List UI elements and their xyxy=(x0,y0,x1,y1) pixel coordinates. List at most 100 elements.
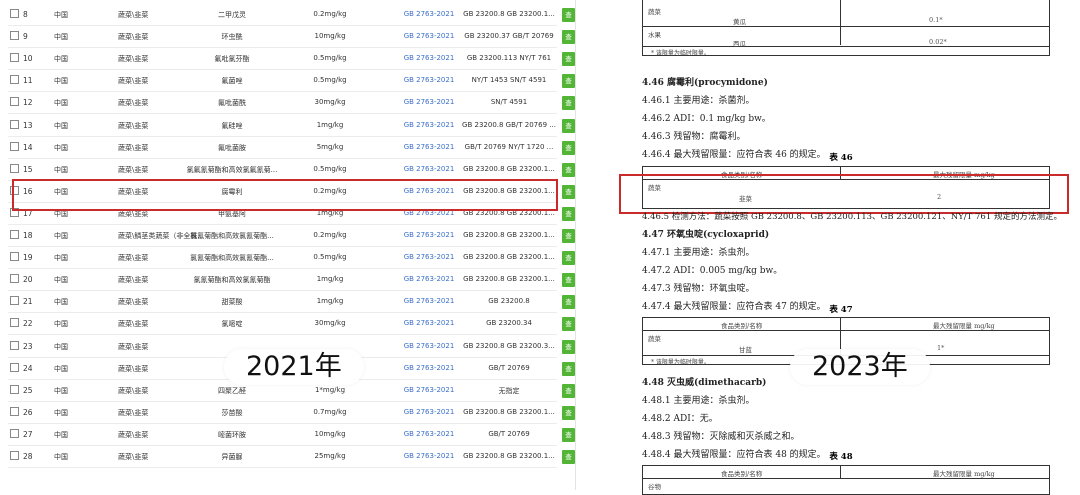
view-button[interactable]: 查 xyxy=(562,8,575,22)
row-checkbox[interactable] xyxy=(10,384,19,394)
view-button[interactable]: 查 xyxy=(562,30,575,45)
doc-line: 4.48.1 主要用途：杀虫剂。 xyxy=(642,396,755,406)
category-cell: 蔬菜\韭菜 xyxy=(118,320,149,329)
view-button[interactable]: 查 xyxy=(562,273,575,288)
year-label-2023: 2023年 xyxy=(790,349,930,385)
limit-cell: 10mg/kg xyxy=(314,429,346,438)
row-checkbox[interactable] xyxy=(10,230,19,239)
method-cell: GB/T 20769 xyxy=(488,429,530,438)
doc-line: 4.46.5 检测方法：蔬菜按照 GB 23200.8、GB 23200.113… xyxy=(642,212,1062,222)
pesticide-cell: 甜菜酸 xyxy=(221,298,243,307)
limit-cell: 5mg/kg xyxy=(316,142,344,151)
table-row: 22 中国 蔬菜\韭菜 氯嘧啶 30mg/kg GB 2763-2021 GB 23200.… xyxy=(0,313,575,336)
table-row: 21 中国 蔬菜\韭菜 甜菜酸 1mg/kg GB 2763-2021 GB 23200.8… xyxy=(0,291,575,314)
view-button[interactable]: 查 xyxy=(562,229,575,243)
limit-cell: 0.5mg/kg xyxy=(313,54,347,63)
view-button[interactable]: 查 xyxy=(562,361,575,376)
highlight-box-2021 xyxy=(12,179,558,211)
table-title-47: 表 47 xyxy=(829,305,853,315)
view-button[interactable]: 查 xyxy=(562,339,575,354)
country-cell: 中国 xyxy=(54,254,68,263)
limit-cell: 1mg/kg xyxy=(316,120,344,129)
row-checkbox[interactable] xyxy=(10,141,19,151)
table-45-fragment: 蔬菜 黄瓜 0.1* 水果 西瓜 0.02* * 该限量为临时限量。 xyxy=(642,0,1050,57)
country-cell: 中国 xyxy=(54,298,68,307)
table-row: 19 中国 蔬菜\韭菜 氯氰菊酯和高效氯氰菊酯... 0.5mg/kg GB 2763-2… xyxy=(0,247,575,270)
method-cell: GB 23200.34 xyxy=(486,319,532,328)
view-button[interactable]: 查 xyxy=(562,140,575,155)
table-row: 9 中国 蔬菜\韭菜 环虫酰 10mg/kg GB 2763-2021 GB 23200.3… xyxy=(0,26,575,49)
view-button[interactable]: 查 xyxy=(562,450,575,464)
row-checkbox[interactable] xyxy=(10,163,19,173)
pesticide-cell: 氟菌唑 xyxy=(221,77,243,86)
row-number: 15 xyxy=(23,164,33,174)
row-checkbox[interactable] xyxy=(10,428,19,438)
row-number: 18 xyxy=(23,231,33,240)
table-cell: 水果 xyxy=(648,31,661,39)
table-cell: 蔬菜 xyxy=(648,8,661,16)
table-cell: 西瓜 xyxy=(733,40,746,48)
row-number: 12 xyxy=(23,98,33,108)
view-button[interactable]: 查 xyxy=(562,118,575,133)
row-checkbox[interactable] xyxy=(10,97,19,107)
view-button[interactable]: 查 xyxy=(562,427,575,442)
country-cell: 中国 xyxy=(54,55,68,64)
row-checkbox[interactable] xyxy=(10,252,19,262)
view-button[interactable]: 查 xyxy=(562,251,575,266)
row-checkbox[interactable] xyxy=(10,9,19,18)
limit-cell: 1*mg/kg xyxy=(314,385,346,394)
pesticide-cell: 二甲戊灵 xyxy=(218,11,246,19)
row-checkbox[interactable] xyxy=(10,119,19,129)
country-cell: 中国 xyxy=(54,276,68,285)
row-checkbox[interactable] xyxy=(10,451,19,460)
view-button[interactable]: 查 xyxy=(562,96,575,111)
category-cell: 蔬菜\韭菜 xyxy=(118,276,149,285)
row-checkbox[interactable] xyxy=(10,31,19,41)
table-row: 14 中国 蔬菜\韭菜 氟吡菌胺 5mg/kg GB 2763-2021 GB/T 2076… xyxy=(0,137,575,159)
table-cell: 1* xyxy=(937,344,945,352)
country-cell: 中国 xyxy=(54,342,68,351)
highlight-box-2023 xyxy=(619,174,1069,214)
country-cell: 中国 xyxy=(54,232,68,240)
view-button[interactable]: 查 xyxy=(562,317,575,332)
category-cell: 蔬菜\韭菜 xyxy=(118,143,149,152)
row-checkbox[interactable] xyxy=(10,296,19,306)
view-button[interactable]: 查 xyxy=(562,74,575,89)
row-checkbox[interactable] xyxy=(10,53,19,63)
row-checkbox[interactable] xyxy=(10,340,19,350)
doc-line: 4.47.4 最大残留限量：应符合表 47 的规定。 xyxy=(642,302,826,312)
method-cell: GB/T 20769 xyxy=(488,363,530,372)
row-checkbox[interactable] xyxy=(10,274,19,284)
view-button[interactable]: 查 xyxy=(562,52,575,67)
row-number: 20 xyxy=(23,275,33,285)
pesticide-cell: 氯氟氰菊酯和高效氯氟氰菊... xyxy=(186,165,278,174)
category-cell: 蔬菜\韭菜 xyxy=(118,77,149,86)
row-checkbox[interactable] xyxy=(10,75,19,85)
country-cell: 中国 xyxy=(54,453,68,461)
doc-line: 4.47.3 残留物：环氧虫啶。 xyxy=(642,284,755,294)
view-button[interactable]: 查 xyxy=(562,405,575,420)
doc-line: 4.47.2 ADI：0.005 mg/kg bw。 xyxy=(642,266,783,276)
category-cell: 蔬菜\韭菜 xyxy=(118,453,149,461)
method-cell: GB 23200.8 GB 23200.1... xyxy=(463,231,555,239)
view-button[interactable]: 查 xyxy=(562,184,575,199)
pesticide-cell: 氯嘧啶 xyxy=(221,320,243,329)
row-checkbox[interactable] xyxy=(10,362,19,372)
method-cell: GB 23200.8 xyxy=(488,297,530,306)
row-checkbox[interactable] xyxy=(10,318,19,328)
view-button[interactable]: 查 xyxy=(562,206,575,221)
view-button[interactable]: 查 xyxy=(562,295,575,310)
view-button[interactable]: 查 xyxy=(562,383,575,398)
table-note: * 该限量为临时限量。 xyxy=(651,50,710,57)
limit-cell: 10mg/kg xyxy=(314,32,346,41)
country-cell: 中国 xyxy=(54,11,68,19)
limit-cell: 0.2mg/kg xyxy=(313,231,347,239)
view-button[interactable]: 查 xyxy=(562,162,575,177)
row-number: 21 xyxy=(23,297,33,307)
pesticide-cell: 莎苗酸 xyxy=(221,408,243,417)
category-cell: 蔬菜\韭菜 xyxy=(118,121,149,130)
section-heading-4-46: 4.46 腐霉利(procymidone) xyxy=(642,78,768,88)
limit-cell: 1mg/kg xyxy=(316,297,344,306)
row-divider xyxy=(8,467,557,468)
row-checkbox[interactable] xyxy=(10,406,19,416)
